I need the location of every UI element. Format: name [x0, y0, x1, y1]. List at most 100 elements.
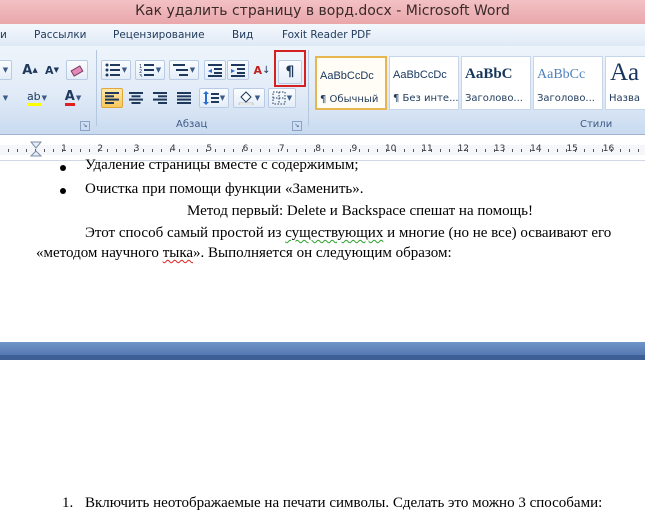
- ruler-tick: [467, 149, 468, 152]
- ruler-tick: [170, 149, 171, 152]
- ruler-tick: [332, 149, 333, 152]
- ruler-tick: [404, 149, 405, 152]
- bullet-dot: [60, 165, 66, 171]
- ruler-tick: [269, 149, 270, 152]
- line-spacing-icon: [202, 91, 219, 105]
- numbering-button[interactable]: 1 2 3 ▼: [135, 60, 165, 80]
- ruler-tick: [584, 149, 585, 152]
- highlighter-icon: ab: [26, 90, 41, 106]
- ruler-tick: [116, 149, 117, 152]
- ruler-tick: [143, 149, 144, 152]
- ruler-tick: [359, 149, 360, 152]
- grammar-flagged-word: существующих: [285, 225, 384, 241]
- ruler-tick: [260, 149, 261, 152]
- multilevel-list-button[interactable]: ▼: [169, 60, 199, 80]
- ruler-number: 9: [351, 144, 358, 154]
- ruler-tick: [638, 149, 639, 152]
- ruler-tick: [161, 149, 162, 152]
- justify-button[interactable]: [173, 88, 195, 108]
- align-left-button[interactable]: [101, 88, 123, 108]
- ribbon: ▼ A ▲ A ▼ ▼ ab ▼ A ▼ ▼ 1 2 3 ▼ ▼ А ↓ ¶ ▼…: [0, 46, 645, 135]
- bullet-list-icon: [105, 63, 120, 77]
- text-run: и многие (но не все) осваивают его: [383, 225, 612, 241]
- tab-mailings[interactable]: Рассылки: [34, 29, 86, 41]
- ruler-tick: [566, 149, 567, 152]
- ruler-tick: [548, 149, 549, 152]
- borders-button[interactable]: ▼: [268, 88, 296, 108]
- font-dialog-launcher[interactable]: ↘: [80, 121, 90, 131]
- sort-icon: А: [253, 63, 263, 77]
- ruler-tick: [512, 149, 513, 152]
- ruler-tick: [287, 149, 288, 152]
- ruler-tick: [485, 149, 486, 152]
- font-size-dropdown-2[interactable]: ▼: [0, 88, 12, 108]
- ruler-tick: [494, 149, 495, 152]
- shading-button[interactable]: ▼: [233, 88, 265, 108]
- list-item: Включить неотображаемые на печати символ…: [85, 495, 603, 511]
- style-title[interactable]: Aa Назва: [605, 56, 645, 110]
- shrink-font-button[interactable]: A ▼: [42, 60, 62, 80]
- shrink-font-icon: A: [45, 63, 54, 77]
- style-heading-2[interactable]: AaBbCc Заголово...: [533, 56, 603, 110]
- line-spacing-button[interactable]: ▼: [199, 88, 229, 108]
- style-heading-1[interactable]: AaBbC Заголово...: [461, 56, 531, 110]
- highlight-button[interactable]: ab ▼: [22, 88, 52, 108]
- ruler-tick: [449, 149, 450, 152]
- ruler-tick: [80, 149, 81, 152]
- increase-indent-button[interactable]: [227, 60, 249, 80]
- group-separator: [96, 50, 97, 126]
- borders-icon: [272, 91, 286, 105]
- style-sample: AaBbCcDc: [393, 69, 447, 81]
- style-normal[interactable]: AaBbCcDc ¶ Обычный: [315, 56, 387, 110]
- indent-marker-icon[interactable]: [30, 141, 42, 159]
- sort-button[interactable]: А ↓: [252, 60, 272, 80]
- ruler-tick: [233, 149, 234, 152]
- clear-format-button[interactable]: [66, 60, 88, 80]
- style-name: Заголово...: [537, 93, 595, 104]
- tab-review[interactable]: Рецензирование: [113, 29, 205, 41]
- paragraph-dialog-launcher[interactable]: ↘: [292, 121, 302, 131]
- ruler-tick: [629, 149, 630, 152]
- style-sample: AaBbCcDc: [320, 70, 374, 82]
- increase-indent-icon: [231, 64, 245, 77]
- style-sample: AaBbC: [465, 66, 513, 82]
- ruler-tick: [278, 149, 279, 152]
- eraser-icon: [70, 65, 84, 77]
- ruler-tick: [386, 149, 387, 152]
- ruler-tick: [413, 149, 414, 152]
- text-run: ». Выполняется он следующим образом:: [193, 245, 452, 261]
- tab-partial[interactable]: и: [0, 29, 7, 41]
- ruler-tick: [620, 149, 621, 152]
- tab-view[interactable]: Вид: [232, 29, 253, 41]
- ruler-tick: [341, 149, 342, 152]
- ruler-tick: [134, 149, 135, 152]
- style-no-spacing[interactable]: AaBbCcDc ¶ Без инте...: [389, 56, 459, 110]
- list-item: Удаление страницы вместе с содержимым;: [85, 157, 359, 173]
- ruler-tick: [89, 149, 90, 152]
- font-color-button[interactable]: A ▼: [58, 88, 88, 108]
- text-run: Этот способ самый простой из: [85, 225, 286, 241]
- ruler-tick: [125, 149, 126, 152]
- grow-font-button[interactable]: A ▲: [20, 60, 40, 80]
- ruler-tick: [206, 149, 207, 152]
- style-name: ¶ Обычный: [320, 94, 379, 105]
- ruler-tick: [188, 149, 189, 152]
- align-left-icon: [105, 92, 119, 104]
- ribbon-tabs: и Рассылки Рецензирование Вид Foxit Read…: [0, 24, 645, 46]
- window-title: Как удалить страницу в ворд.docx - Micro…: [135, 3, 510, 19]
- ruler-tick: [368, 149, 369, 152]
- ruler-tick: [314, 149, 315, 152]
- font-size-dropdown[interactable]: ▼: [0, 60, 12, 80]
- ruler-tick: [251, 149, 252, 152]
- ruler-tick: [98, 149, 99, 152]
- align-right-button[interactable]: [149, 88, 171, 108]
- multilevel-list-icon: [172, 64, 188, 76]
- bullets-button[interactable]: ▼: [101, 60, 131, 80]
- align-center-button[interactable]: [125, 88, 147, 108]
- title-bar: Как удалить страницу в ворд.docx - Micro…: [0, 0, 645, 25]
- tab-foxit[interactable]: Foxit Reader PDF: [282, 29, 371, 41]
- decrease-indent-button[interactable]: [204, 60, 226, 80]
- ruler-tick: [296, 149, 297, 152]
- ruler-tick: [593, 149, 594, 152]
- list-item: Очистка при помощи функции «Заменить».: [85, 181, 364, 197]
